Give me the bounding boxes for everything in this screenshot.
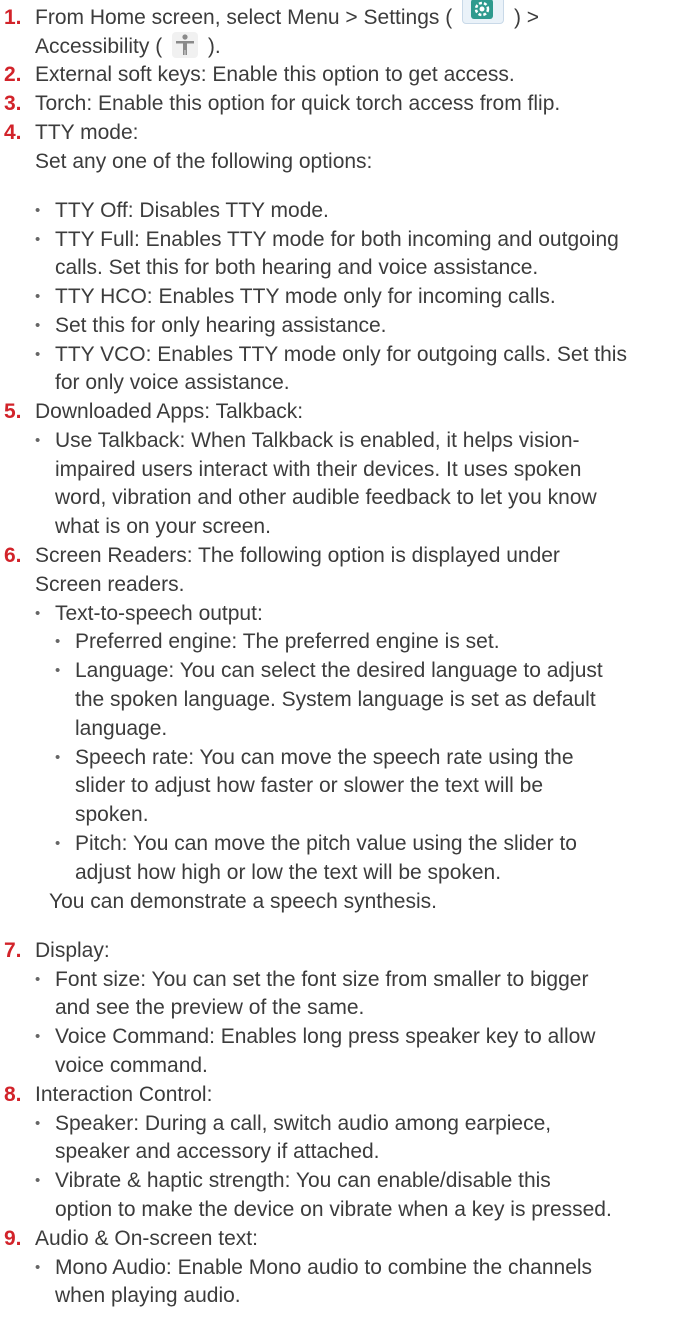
bullet: • [35, 231, 41, 248]
bullet: • [35, 1172, 41, 1189]
step-7-line-3: Voice Command: Enables long press speake… [55, 1025, 596, 1048]
bullet: • [35, 1115, 41, 1132]
step-5-line-3: word, vibration and other audible feedba… [55, 486, 597, 509]
bullet: • [35, 1028, 41, 1045]
step-8-line-3: Vibrate & haptic strength: You can enabl… [55, 1169, 551, 1192]
step-1-text-c: Accessibility ( [35, 35, 163, 58]
step-8-line-4: option to make the device on vibrate whe… [55, 1198, 612, 1221]
step-1-line-2: Accessibility ( ). [35, 32, 221, 61]
step-1-line-1: From Home screen, select Menu > Settings… [35, 0, 540, 32]
step-4-intro: Set any one of the following options: [35, 150, 373, 173]
bullet: • [35, 971, 41, 988]
step-4-number: 4. [4, 121, 22, 144]
step-8-title: Interaction Control: [35, 1083, 213, 1106]
step-4-bullet-4: Set this for only hearing assistance. [55, 314, 387, 337]
step-7-line-4: voice command. [55, 1054, 208, 1077]
step-6-item-4: Pitch: You can move the pitch value usin… [75, 832, 577, 855]
step-6-item-4-cont: adjust how high or low the text will be … [75, 861, 502, 884]
step-4-bullet-2: TTY Full: Enables TTY mode for both inco… [55, 228, 619, 251]
step-5-title: Downloaded Apps: Talkback: [35, 400, 304, 423]
accessibility-icon [172, 32, 199, 59]
step-8-line-1: Speaker: During a call, switch audio amo… [55, 1112, 552, 1135]
step-4-bullet-3: TTY HCO: Enables TTY mode only for incom… [55, 285, 556, 308]
step-4-title: TTY mode: [35, 121, 139, 144]
step-1-number: 1. [4, 6, 22, 29]
step-9-number: 9. [4, 1227, 22, 1250]
step-6-item-2: Language: You can select the desired lan… [75, 659, 603, 682]
step-6-item-3: Speech rate: You can move the speech rat… [75, 746, 574, 769]
step-6-item-3-cont-1: slider to adjust how faster or slower th… [75, 774, 544, 797]
step-6-item-3-cont-2: spoken. [75, 803, 149, 826]
step-1-text-a: From Home screen, select Menu > Settings… [35, 6, 453, 29]
step-6-item-2-cont-2: language. [75, 717, 168, 740]
bullet: • [55, 749, 61, 766]
step-6-line-1: Screen Readers: The following option is … [35, 544, 560, 567]
step-5-number: 5. [4, 400, 22, 423]
step-7-line-1: Font size: You can set the font size fro… [55, 968, 589, 991]
bullet: • [35, 432, 41, 449]
step-9-line-2: when playing audio. [55, 1284, 241, 1307]
step-4-bullet-5-cont: for only voice assistance. [55, 371, 290, 394]
step-6-item-1: Preferred engine: The preferred engine i… [75, 630, 500, 653]
step-4-bullet-5: TTY VCO: Enables TTY mode only for outgo… [55, 343, 627, 366]
step-1-text-b: ) > [513, 6, 540, 29]
step-3-number: 3. [4, 92, 22, 115]
bullet: • [55, 835, 61, 852]
bullet: • [35, 202, 41, 219]
step-6-item-2-cont-1: the spoken language. System language is … [75, 688, 596, 711]
settings-icon [462, 0, 505, 25]
bullet: • [35, 346, 41, 363]
bullet: • [35, 288, 41, 305]
bullet: • [35, 605, 41, 622]
bullet: • [55, 662, 61, 679]
step-2-text: External soft keys: Enable this option t… [35, 63, 515, 86]
step-1-text-d: ). [207, 35, 221, 58]
step-8-line-2: speaker and accessory if attached. [55, 1140, 380, 1163]
step-5-line-2: impaired users interact with their devic… [55, 458, 582, 481]
step-7-line-2: and see the preview of the same. [55, 996, 365, 1019]
bullet: • [55, 633, 61, 650]
step-9-title: Audio & On-screen text: [35, 1227, 258, 1250]
step-2-number: 2. [4, 63, 22, 86]
step-4-bullet-2-cont: calls. Set this for both hearing and voi… [55, 256, 539, 279]
step-8-number: 8. [4, 1083, 22, 1106]
step-3-text: Torch: Enable this option for quick torc… [35, 92, 561, 115]
step-6-number: 6. [4, 544, 22, 567]
step-9-line-1: Mono Audio: Enable Mono audio to combine… [55, 1256, 593, 1279]
document-page: 1. From Home screen, select Menu > Setti… [0, 0, 699, 1328]
step-5-line-1: Use Talkback: When Talkback is enabled, … [55, 429, 580, 452]
step-7-title: Display: [35, 939, 110, 962]
step-7-number: 7. [4, 939, 22, 962]
step-4-bullet-1: TTY Off: Disables TTY mode. [55, 199, 329, 222]
bullet: • [35, 1259, 41, 1276]
bullet: • [35, 317, 41, 334]
step-6-note: You can demonstrate a speech synthesis. [49, 890, 437, 913]
step-5-line-4: what is on your screen. [55, 515, 271, 538]
step-6-subtitle: Text-to-speech output: [55, 602, 263, 625]
step-6-line-2: Screen readers. [35, 573, 185, 596]
